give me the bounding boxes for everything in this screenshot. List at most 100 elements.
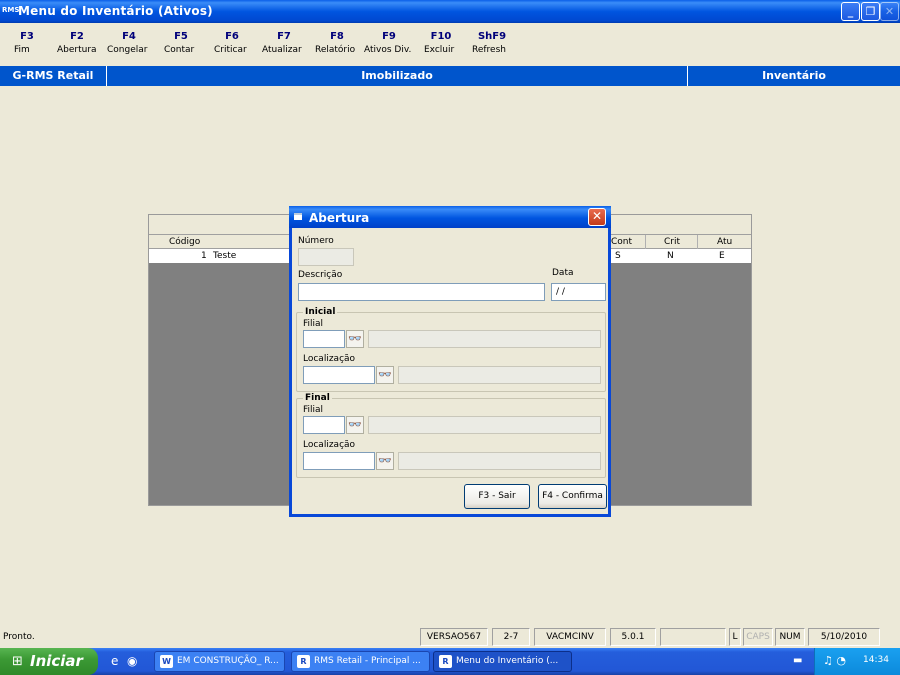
tool-abertura[interactable]: F2 Abertura bbox=[57, 31, 97, 55]
tool-key: F2 bbox=[70, 31, 84, 42]
binoculars-icon: 👓 bbox=[348, 418, 362, 431]
inicial-localizacao-label: Localização bbox=[303, 354, 356, 364]
final-filial-search-icon[interactable]: 👓 bbox=[346, 416, 364, 434]
status-bar: Pronto. VERSAO567 2-7 VACMCINV 5.0.1 L C… bbox=[0, 626, 900, 648]
final-localizacao-search-icon[interactable]: 👓 bbox=[376, 452, 394, 470]
dialog-title: Abertura bbox=[309, 211, 370, 225]
windows-flag-icon: ⊞ bbox=[12, 654, 23, 669]
tool-key: ShF9 bbox=[477, 31, 507, 42]
abertura-dialog: Abertura ✕ Número Descrição Data / / Ini… bbox=[289, 206, 611, 517]
tool-label: Contar bbox=[164, 45, 195, 55]
dialog-icon bbox=[294, 213, 302, 220]
taskbar: ⊞ Iniciar e ◉ W EM CONSTRUÇÃO_ R... R RM… bbox=[0, 648, 900, 675]
cell-cont: S bbox=[615, 251, 621, 261]
status-blank bbox=[660, 628, 726, 646]
tool-key: F5 bbox=[174, 31, 188, 42]
dialog-title-bar[interactable]: Abertura ✕ bbox=[289, 206, 611, 228]
close-button[interactable]: ✕ bbox=[880, 2, 899, 21]
inicial-filial-search-icon[interactable]: 👓 bbox=[346, 330, 364, 348]
task-label: RMS Retail - Principal ... bbox=[314, 656, 421, 666]
tool-key: F7 bbox=[277, 31, 291, 42]
status-position: 2-7 bbox=[492, 628, 530, 646]
tool-key: F10 bbox=[430, 31, 452, 42]
final-filial-field[interactable] bbox=[303, 416, 345, 434]
dialog-close-button[interactable]: ✕ bbox=[588, 208, 606, 226]
task-em-construcao[interactable]: W EM CONSTRUÇÃO_ R... bbox=[154, 651, 285, 672]
module-header: G-RMS Retail Imobilizado Inventário bbox=[0, 66, 900, 86]
tool-key: F4 bbox=[122, 31, 136, 42]
tool-atualizar[interactable]: F7 Atualizar bbox=[262, 31, 306, 55]
inicial-localizacao-search-icon[interactable]: 👓 bbox=[376, 366, 394, 384]
sair-button[interactable]: F3 - Sair bbox=[464, 484, 530, 509]
col-divider bbox=[645, 235, 646, 249]
ie-icon[interactable]: e bbox=[111, 654, 118, 668]
quicklaunch-icon[interactable]: ◉ bbox=[127, 654, 137, 668]
start-label: Iniciar bbox=[30, 652, 83, 670]
task-label: Menu do Inventário (... bbox=[456, 656, 559, 666]
inicial-filial-description bbox=[368, 330, 601, 348]
col-divider bbox=[697, 235, 698, 249]
clock: 14:34 bbox=[863, 655, 889, 665]
tool-key: F9 bbox=[382, 31, 396, 42]
tool-label: Atualizar bbox=[262, 45, 302, 55]
keyboard-icon[interactable]: ▬ bbox=[793, 655, 802, 666]
final-localizacao-description bbox=[398, 452, 601, 470]
col-header-codigo[interactable]: Código bbox=[169, 235, 200, 249]
tool-key: F3 bbox=[20, 31, 34, 42]
data-field[interactable]: / / bbox=[551, 283, 606, 301]
numero-field[interactable] bbox=[298, 248, 354, 266]
tool-label: Fim bbox=[14, 45, 30, 55]
minimize-button[interactable]: _ bbox=[841, 2, 860, 21]
final-localizacao-field[interactable] bbox=[303, 452, 375, 470]
inicial-localizacao-field[interactable] bbox=[303, 366, 375, 384]
cell-atu: E bbox=[719, 251, 725, 261]
numero-label: Número bbox=[298, 236, 334, 246]
descricao-field[interactable] bbox=[298, 283, 545, 301]
col-header-cont[interactable]: Cont bbox=[611, 235, 632, 249]
cell-descricao: Teste bbox=[213, 251, 237, 261]
title-bar[interactable]: RMS Menu do Inventário (Ativos) _ ❐ ✕ bbox=[0, 0, 900, 23]
tool-key: F8 bbox=[330, 31, 344, 42]
status-l: L bbox=[729, 628, 741, 646]
tool-excluir[interactable]: F10 Excluir bbox=[424, 31, 458, 55]
tool-criticar[interactable]: F6 Criticar bbox=[214, 31, 250, 55]
status-caps: CAPS bbox=[743, 628, 773, 646]
cell-codigo: 1 bbox=[201, 251, 207, 261]
task-label: EM CONSTRUÇÃO_ R... bbox=[177, 656, 279, 666]
descricao-label: Descrição bbox=[298, 270, 343, 280]
tool-ativos-div[interactable]: F9 Ativos Div. bbox=[364, 31, 414, 55]
inicial-group-title: Inicial bbox=[303, 307, 338, 317]
col-header-crit[interactable]: Crit bbox=[664, 235, 680, 249]
binoculars-icon: 👓 bbox=[378, 454, 392, 467]
task-rms-principal[interactable]: R RMS Retail - Principal ... bbox=[291, 651, 430, 672]
tool-congelar[interactable]: F4 Congelar bbox=[107, 31, 151, 55]
tool-contar[interactable]: F5 Contar bbox=[164, 31, 198, 55]
tool-label: Relatório bbox=[315, 45, 356, 55]
inicial-localizacao-description bbox=[398, 366, 601, 384]
binoculars-icon: 👓 bbox=[378, 368, 392, 381]
rms-icon: R bbox=[297, 655, 310, 668]
status-version: VERSAO567 bbox=[420, 628, 488, 646]
rms-icon: R bbox=[439, 655, 452, 668]
tool-refresh[interactable]: ShF9 Refresh bbox=[472, 31, 512, 55]
tool-label: Congelar bbox=[107, 45, 148, 55]
task-menu-inventario[interactable]: R Menu do Inventário (... bbox=[433, 651, 572, 672]
inicial-filial-label: Filial bbox=[303, 319, 324, 329]
tool-relatorio[interactable]: F8 Relatório bbox=[315, 31, 359, 55]
tray-icons[interactable]: ♫ ◔ bbox=[823, 654, 846, 667]
tool-key: F6 bbox=[225, 31, 239, 42]
final-group: Final Filial 👓 Localização 👓 bbox=[296, 393, 606, 478]
app-icon: RMS bbox=[2, 6, 20, 14]
col-header-atu[interactable]: Atu bbox=[717, 235, 732, 249]
start-button[interactable]: ⊞ Iniciar bbox=[0, 648, 98, 675]
header-center: Imobilizado bbox=[361, 69, 433, 82]
binoculars-icon: 👓 bbox=[348, 332, 362, 345]
word-icon: W bbox=[160, 655, 173, 668]
confirma-button[interactable]: F4 - Confirma bbox=[538, 484, 607, 509]
tool-fim[interactable]: F3 Fim bbox=[14, 31, 40, 55]
inicial-filial-field[interactable] bbox=[303, 330, 345, 348]
maximize-button[interactable]: ❐ bbox=[861, 2, 880, 21]
final-filial-description bbox=[368, 416, 601, 434]
tool-label: Criticar bbox=[214, 45, 247, 55]
final-localizacao-label: Localização bbox=[303, 440, 356, 450]
